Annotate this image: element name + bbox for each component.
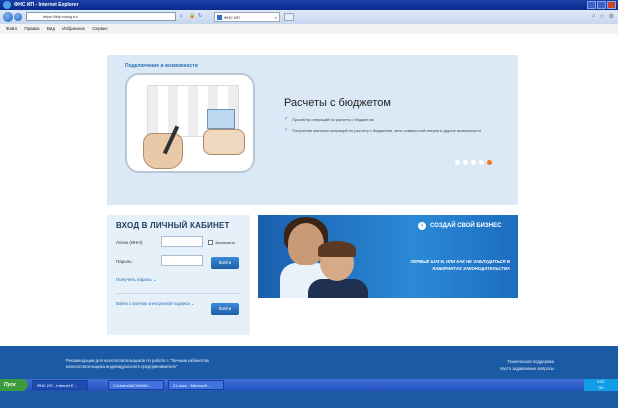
windows-taskbar: Пуск ФНС ИП - Internet E... C:\Users\MCN…: [0, 379, 618, 391]
tablet-illustration: [125, 73, 255, 173]
business-subtitle: ПЕРВЫЕ ШАГИ, ИЛИ КАК НЕ ЗАБЛУДИТЬСЯ В ЛА…: [410, 259, 510, 271]
business-banner[interactable]: › СОЗДАЙ СВОЙ БИЗНЕС ПЕРВЫЕ ШАГИ, ИЛИ КА…: [258, 215, 518, 298]
bullet-text: Получение выписки операций по расчету с …: [292, 127, 482, 133]
menu-view[interactable]: Вид: [47, 26, 55, 31]
get-password-text[interactable]: Получить пароль: [116, 277, 152, 282]
footer-links: Техническая поддержка Часто задаваемые в…: [500, 358, 554, 372]
forward-button[interactable]: [14, 13, 22, 21]
signature-login-link[interactable]: Войти с ключом электронной подписи ⌄: [116, 301, 202, 307]
slide-dot[interactable]: [463, 160, 468, 165]
person-man-hair: [318, 241, 356, 257]
lock-icon[interactable]: 🔒: [189, 12, 195, 20]
slide-dot[interactable]: [471, 160, 476, 165]
person-woman-face: [288, 223, 324, 265]
minimize-button[interactable]: [587, 1, 596, 9]
signature-link-text[interactable]: Войти с ключом электронной подписи: [116, 301, 190, 306]
login-button[interactable]: Войти: [211, 257, 239, 269]
banner-bullet: ✓ Получение выписки операций по расчету …: [284, 126, 494, 134]
window-title: ФНС ИП - Internet Explorer: [14, 2, 79, 8]
check-icon: ✓: [284, 126, 289, 133]
slide-dot[interactable]: [455, 160, 460, 165]
banner-title: Расчеты с бюджетом: [284, 97, 391, 109]
banner-bullets: ✓ Просмотр операций по расчету с бюджето…: [284, 116, 494, 138]
page-content: Подключение и возможности Расчеты с бюдж…: [0, 34, 618, 408]
login-title: ВХОД В ЛИЧНЫЙ КАБИНЕТ: [116, 221, 230, 230]
start-button[interactable]: Пуск: [0, 379, 28, 391]
system-tray-clock[interactable]: 9:57 Пн: [584, 379, 618, 391]
ie-logo-icon: [3, 1, 11, 9]
person-man-body: [308, 279, 368, 298]
window-titlebar: ФНС ИП - Internet Explorer: [0, 0, 618, 10]
site-footer: Рекомендации для налогоплательщиков по р…: [0, 346, 618, 408]
tab-label: ФНС ИП: [224, 15, 240, 20]
home-icon[interactable]: ⌂: [592, 13, 596, 20]
menu-favorites[interactable]: Избранное: [62, 26, 85, 31]
remember-checkbox[interactable]: [208, 240, 213, 245]
bullet-text: Просмотр операций по расчету с бюджетом: [292, 117, 374, 122]
task-ie[interactable]: ФНС ИП - Internet E...: [32, 380, 88, 390]
tab-fns-ip[interactable]: ФНС ИП ×: [214, 12, 280, 22]
faq-link[interactable]: Часто задаваемые вопросы: [500, 365, 554, 372]
check-icon: ✓: [284, 116, 289, 122]
password-label: Пароль:: [116, 259, 133, 264]
close-button[interactable]: [607, 1, 616, 9]
illustration-document: [207, 109, 235, 129]
maximize-button[interactable]: [597, 1, 606, 9]
back-button[interactable]: [3, 12, 13, 22]
slide-dot[interactable]: [479, 160, 484, 165]
get-password-link[interactable]: Получить пароль ⌄: [116, 277, 157, 283]
address-actions: ⌕ 🔒 ↻: [180, 12, 204, 20]
menu-tools[interactable]: Сервис: [92, 26, 107, 31]
task-explorer[interactable]: C:\Users\MCN\Wil4...: [108, 380, 164, 390]
star-icon[interactable]: ☆: [599, 13, 604, 20]
remember-label[interactable]: Запомнить: [215, 240, 235, 245]
toolbar-right: ⌂ ☆ ⚙: [592, 13, 614, 20]
login-panel: ВХОД В ЛИЧНЫЙ КАБИНЕТ Логин (ИНН): Запом…: [107, 215, 250, 335]
gear-icon[interactable]: ⚙: [609, 13, 614, 20]
close-tab-icon[interactable]: ×: [275, 13, 277, 22]
business-title[interactable]: СОЗДАЙ СВОЙ БИЗНЕС: [430, 223, 501, 229]
features-banner[interactable]: Подключение и возможности Расчеты с бюдж…: [107, 55, 518, 205]
menu-file[interactable]: Файл: [6, 26, 17, 31]
banner-heading[interactable]: Подключение и возможности: [125, 63, 198, 69]
divider: [116, 293, 241, 294]
window-controls: [587, 1, 616, 9]
navigation-bar: https://lkip.nalog.ru/ ⌕ 🔒 ↻ ФНС ИП × ⌂ …: [0, 10, 618, 24]
signature-login-button[interactable]: Войти: [211, 303, 239, 315]
support-link[interactable]: Техническая поддержка: [500, 358, 554, 365]
search-icon[interactable]: ⌕: [180, 12, 186, 20]
chevron-down-icon[interactable]: ⌄: [191, 301, 195, 306]
menu-edit[interactable]: Правка: [24, 26, 39, 31]
login-label: Логин (ИНН):: [116, 240, 144, 245]
refresh-icon[interactable]: ↻: [198, 12, 204, 20]
address-input[interactable]: https://lkip.nalog.ru/: [26, 12, 176, 21]
banner-bullet: ✓ Просмотр операций по расчету с бюджето…: [284, 116, 494, 123]
new-tab-button[interactable]: [284, 13, 294, 21]
clock-day: Пн: [598, 384, 604, 390]
slide-dot-active[interactable]: [487, 160, 492, 165]
slide-indicators: [455, 160, 492, 165]
recommendations-link[interactable]: Рекомендации для налогоплательщиков по р…: [66, 358, 226, 369]
chevron-down-icon[interactable]: ⌄: [153, 277, 157, 282]
arrow-right-icon[interactable]: ›: [418, 222, 426, 230]
illustration-hand-right: [203, 129, 245, 155]
login-input[interactable]: [161, 236, 203, 247]
password-input[interactable]: [161, 255, 203, 266]
task-word[interactable]: 21.docx - Microsoft...: [168, 380, 224, 390]
favicon-icon: [217, 15, 222, 20]
